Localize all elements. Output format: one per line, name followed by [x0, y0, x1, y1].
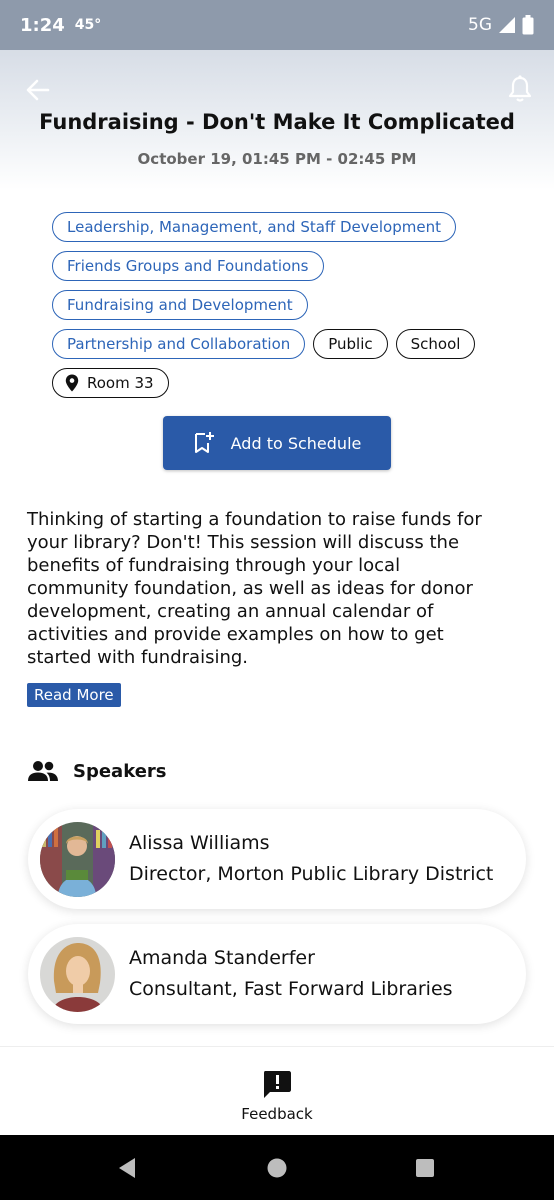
tag-fundraising[interactable]: Fundraising and Development	[52, 290, 308, 320]
nav-back-icon	[119, 1158, 135, 1178]
nav-home-button[interactable]	[267, 1157, 287, 1183]
back-button[interactable]	[24, 76, 52, 104]
bottom-nav: Feedback	[0, 1046, 554, 1135]
notification-button[interactable]	[506, 74, 534, 104]
tag-friends-groups[interactable]: Friends Groups and Foundations	[52, 251, 324, 281]
session-datetime: October 19, 01:45 PM - 02:45 PM	[137, 150, 417, 168]
nav-recents-button[interactable]	[415, 1157, 435, 1183]
tag-school[interactable]: School	[395, 329, 476, 359]
feedback-label: Feedback	[241, 1105, 313, 1123]
add-to-schedule-button[interactable]: Add to Schedule	[163, 416, 391, 470]
back-arrow-icon	[26, 79, 50, 101]
tag-leadership[interactable]: Leadership, Management, and Staff Develo…	[52, 212, 456, 242]
speaker-card[interactable]: Amanda Standerfer Consultant, Fast Forwa…	[28, 924, 526, 1024]
speaker-info: Amanda Standerfer Consultant, Fast Forwa…	[129, 944, 453, 1004]
tag-partnership[interactable]: Partnership and Collaboration	[52, 329, 306, 359]
speakers-heading: Speakers	[27, 760, 167, 782]
speaker-name: Alissa Williams	[129, 832, 270, 854]
room-tag[interactable]: Room 33	[52, 368, 169, 398]
feedback-icon	[264, 1071, 291, 1098]
status-time: 1:24	[20, 14, 65, 36]
session-header: Fundraising - Don't Make It Complicated …	[0, 50, 554, 190]
session-title: Fundraising - Don't Make It Complicated	[39, 110, 515, 134]
speaker-card[interactable]: Alissa Williams Director, Morton Public …	[28, 809, 526, 909]
status-bar: 1:24 45° 5G	[0, 0, 554, 50]
nav-recents-icon	[416, 1159, 434, 1177]
battery-icon	[522, 15, 534, 35]
room-label: Room 33	[87, 374, 154, 392]
tag-public[interactable]: Public	[313, 329, 388, 359]
system-nav-bar	[0, 1135, 554, 1200]
speaker-role: Consultant, Fast Forward Libraries	[129, 978, 453, 1000]
nav-back-button[interactable]	[117, 1157, 137, 1183]
speaker-name: Amanda Standerfer	[129, 947, 315, 969]
tag-list: Leadership, Management, and Staff Develo…	[52, 212, 522, 398]
session-description: Thinking of starting a foundation to rai…	[27, 509, 482, 668]
status-right: 5G	[468, 15, 534, 35]
speaker-role: Director, Morton Public Library District	[129, 863, 494, 885]
speaker-avatar	[40, 936, 115, 1012]
bookmark-add-icon	[194, 432, 214, 453]
feedback-button[interactable]: Feedback	[227, 1069, 327, 1125]
speaker-info: Alissa Williams Director, Morton Public …	[129, 829, 493, 889]
add-to-schedule-label: Add to Schedule	[230, 433, 362, 453]
status-temperature: 45°	[74, 17, 102, 33]
bell-icon	[508, 75, 532, 102]
speakers-label: Speakers	[73, 760, 167, 782]
signal-icon	[499, 17, 515, 33]
network-label: 5G	[468, 15, 492, 35]
location-pin-icon	[65, 374, 79, 392]
speaker-avatar	[40, 821, 115, 897]
nav-home-icon	[267, 1158, 287, 1178]
people-icon	[28, 761, 58, 781]
read-more-button[interactable]: Read More	[27, 683, 121, 707]
